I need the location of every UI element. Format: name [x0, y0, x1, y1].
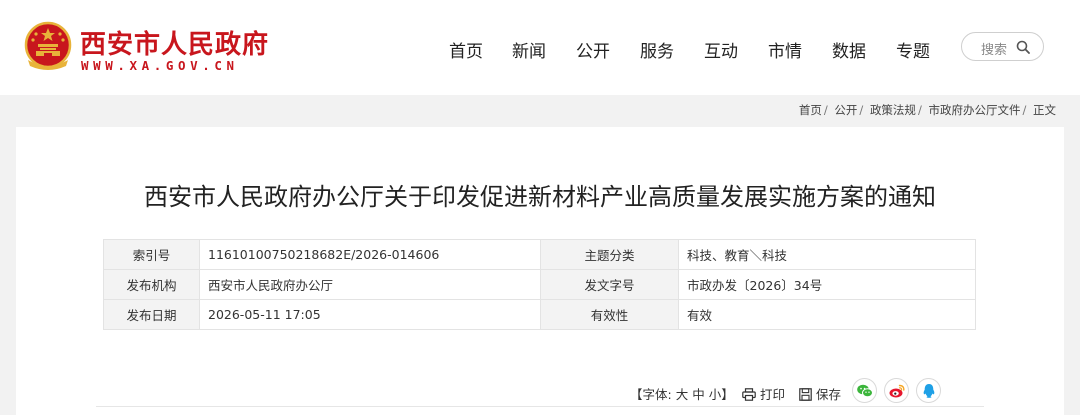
document-meta-table: 索引号 11610100750218682E/2026-014606 主题分类 …: [103, 239, 976, 330]
meta-label: 索引号: [103, 239, 200, 270]
nav-item-interaction[interactable]: 互动: [704, 37, 738, 62]
font-size-medium[interactable]: 中: [692, 387, 705, 402]
printer-icon: [742, 388, 756, 401]
table-row: 发布机构 西安市人民政府办公厅 发文字号 市政办发〔2026〕34号: [103, 269, 976, 300]
table-row: 发布日期 2026-05-11 17:05 有效性 有效: [103, 299, 976, 330]
meta-value: 2026-05-11 17:05: [199, 299, 541, 330]
search-box[interactable]: 搜索: [961, 32, 1044, 61]
breadcrumb: 首页 / 公开 / 政策法规 / 市政府办公厅文件 / 正文: [799, 102, 1056, 118]
weibo-icon: [889, 384, 905, 398]
site-header: 西安市人民政府 WWW.XA.GOV.CN 首页 新闻 公开 服务 互动 市情 …: [0, 0, 1080, 95]
breadcrumb-home[interactable]: 首页: [799, 103, 822, 117]
article-toolbar: 【字体: 大 中 小】 打印 保存: [16, 377, 1064, 407]
meta-label: 发布机构: [103, 269, 200, 300]
save-icon: [799, 388, 812, 401]
font-size-small[interactable]: 小: [709, 387, 722, 402]
nav-item-city-info[interactable]: 市情: [768, 37, 802, 62]
page-title: 西安市人民政府办公厅关于印发促进新材料产业高质量发展实施方案的通知: [144, 183, 936, 211]
share-wechat-button[interactable]: [852, 378, 877, 403]
meta-label: 有效性: [540, 299, 679, 330]
meta-label: 主题分类: [540, 239, 679, 270]
meta-value: 西安市人民政府办公厅: [199, 269, 541, 300]
breadcrumb-current: 正文: [1033, 103, 1056, 117]
breadcrumb-public[interactable]: 公开: [834, 103, 857, 117]
font-size-large[interactable]: 大: [676, 387, 689, 402]
search-icon[interactable]: [1016, 40, 1030, 54]
table-row: 索引号 11610100750218682E/2026-014606 主题分类 …: [103, 239, 976, 270]
save-button[interactable]: 保存: [799, 384, 841, 403]
site-url: WWW.XA.GOV.CN: [81, 58, 239, 73]
meta-value: 11610100750218682E/2026-014606: [199, 239, 541, 270]
nav-item-service[interactable]: 服务: [640, 37, 674, 62]
nav-item-public[interactable]: 公开: [576, 37, 610, 62]
nav-item-home[interactable]: 首页: [449, 37, 483, 62]
breadcrumb-separator: /: [917, 103, 922, 117]
meta-value: 科技、教育＼科技: [678, 239, 976, 270]
breadcrumb-office-docs[interactable]: 市政府办公厅文件: [928, 103, 1020, 117]
font-size-label: 【字体:: [630, 387, 672, 402]
main-nav: 首页 新闻 公开 服务 互动 市情 数据 专题: [0, 37, 1080, 62]
breadcrumb-policy[interactable]: 政策法规: [870, 103, 916, 117]
share-weibo-button[interactable]: [884, 378, 909, 403]
share-qq-button[interactable]: [916, 378, 941, 403]
breadcrumb-separator: /: [1022, 103, 1027, 117]
qq-icon: [923, 384, 935, 398]
font-size-control: 【字体: 大 中 小】: [630, 384, 734, 403]
print-label: 打印: [760, 387, 786, 402]
nav-item-topics[interactable]: 专题: [896, 37, 930, 62]
breadcrumb-separator: /: [823, 103, 828, 117]
wechat-icon: [857, 384, 873, 398]
divider: [96, 406, 984, 407]
article-panel: 西安市人民政府办公厅关于印发促进新材料产业高质量发展实施方案的通知 索引号 11…: [16, 127, 1064, 415]
search-input[interactable]: 搜索: [981, 39, 1007, 58]
nav-item-news[interactable]: 新闻: [512, 37, 546, 62]
print-button[interactable]: 打印: [742, 384, 785, 403]
meta-label: 发文字号: [540, 269, 679, 300]
meta-label: 发布日期: [103, 299, 200, 330]
meta-value: 有效: [678, 299, 976, 330]
breadcrumb-separator: /: [859, 103, 864, 117]
meta-value: 市政办发〔2026〕34号: [678, 269, 976, 300]
save-label: 保存: [816, 387, 842, 402]
font-size-suffix: 】: [721, 387, 734, 402]
nav-item-data[interactable]: 数据: [832, 37, 866, 62]
